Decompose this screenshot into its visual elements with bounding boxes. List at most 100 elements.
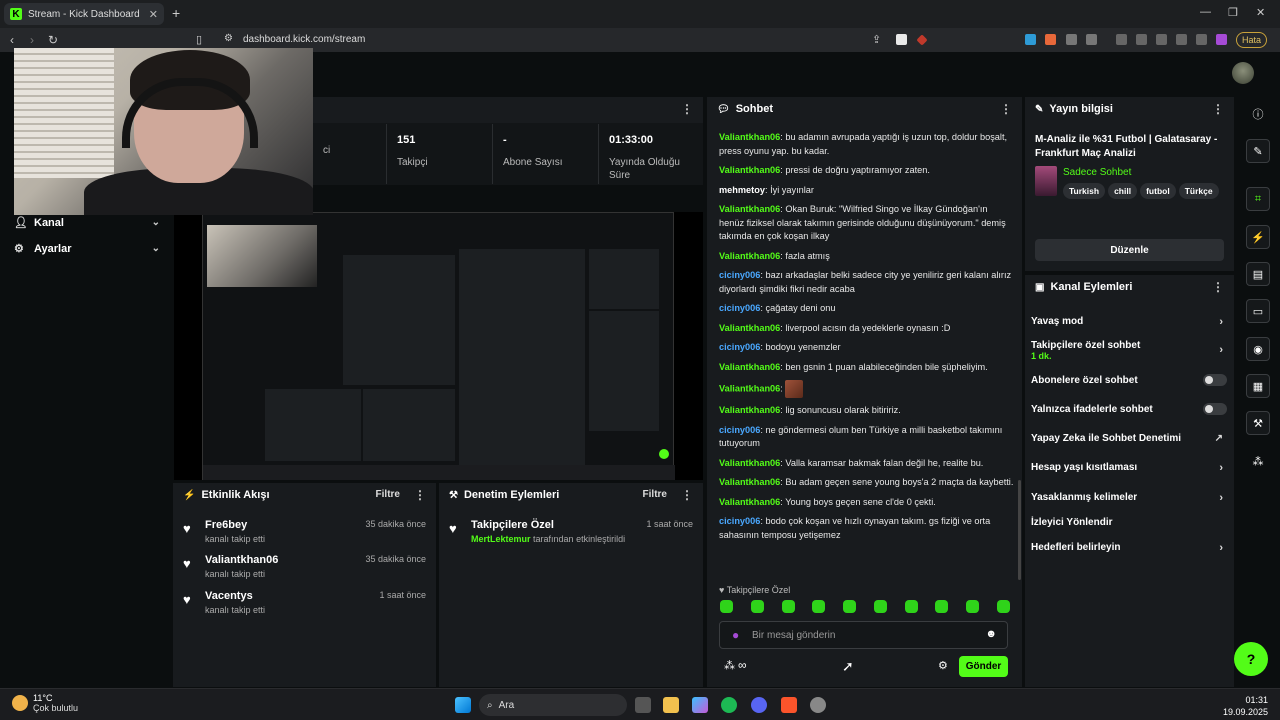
category-name[interactable]: Sadece Sohbet xyxy=(1063,167,1131,178)
tag[interactable]: chill xyxy=(1108,183,1138,199)
emoji-icon[interactable]: ☻ xyxy=(985,628,997,640)
brave-rewards-icon[interactable] xyxy=(916,34,928,46)
brave-shield-icon[interactable] xyxy=(896,34,907,45)
action-account-age[interactable]: Hesap yaşı kısıtlaması › xyxy=(1031,462,1227,474)
chat-username[interactable]: Valiantkhan06 xyxy=(719,383,780,393)
chat-username[interactable]: Valiantkhan06 xyxy=(719,204,780,214)
leo-ai-icon[interactable] xyxy=(1176,34,1187,45)
subscribers-only-toggle[interactable] xyxy=(1203,374,1227,386)
discord-icon[interactable] xyxy=(751,697,767,713)
apps-icon[interactable]: ⁂ xyxy=(1246,449,1270,473)
close-tab-icon[interactable]: ✕ xyxy=(149,8,158,21)
chat-username[interactable]: ciciny006 xyxy=(719,516,760,526)
chat-username[interactable]: ciciny006 xyxy=(719,270,760,280)
chat-username[interactable]: Valiantkhan06 xyxy=(719,323,780,333)
tag[interactable]: futbol xyxy=(1140,183,1176,199)
new-tab-icon[interactable]: + xyxy=(172,5,180,21)
action-slow-mode[interactable]: Yavaş mod › xyxy=(1031,316,1227,328)
layout-icon[interactable]: ▦ xyxy=(1246,374,1270,398)
more-options-icon[interactable]: ⋮ xyxy=(681,488,693,502)
more-options-icon[interactable]: ⋮ xyxy=(1212,280,1224,294)
more-options-icon[interactable]: ⋮ xyxy=(414,488,426,502)
chat-username[interactable]: ciciny006 xyxy=(719,425,760,435)
extension-fox-icon[interactable] xyxy=(1045,34,1056,45)
more-options-icon[interactable]: ⋮ xyxy=(681,102,693,116)
spotify-icon[interactable] xyxy=(721,697,737,713)
wallet-icon[interactable] xyxy=(1156,34,1167,45)
tag[interactable]: Turkish xyxy=(1063,183,1106,199)
emotes-only-toggle[interactable] xyxy=(1203,403,1227,415)
emote-icon[interactable] xyxy=(843,600,857,613)
nav-ayarlar[interactable]: ⚙ Ayarlar ⌄ xyxy=(14,242,160,256)
user-avatar[interactable] xyxy=(1232,62,1254,84)
close-window-icon[interactable]: ✕ xyxy=(1256,6,1265,19)
action-banned-words[interactable]: Yasaklanmış kelimeler › xyxy=(1031,492,1227,504)
chat-icon[interactable]: ▭ xyxy=(1246,299,1270,323)
maximize-icon[interactable]: ❐ xyxy=(1228,6,1238,19)
emote-icon[interactable] xyxy=(935,600,949,613)
wrench-icon[interactable]: ⚒ xyxy=(1246,411,1270,435)
event-user[interactable]: Vacentys xyxy=(205,590,265,602)
pencil-icon[interactable]: ✎ xyxy=(1246,139,1270,163)
chat-username[interactable]: Valiantkhan06 xyxy=(719,405,780,415)
tag[interactable]: Türkçe xyxy=(1178,183,1219,199)
chat-username[interactable]: Valiantkhan06 xyxy=(719,458,780,468)
chat-username[interactable]: ciciny006 xyxy=(719,303,760,313)
sidebar-icon[interactable] xyxy=(1136,34,1147,45)
chat-username[interactable]: Valiantkhan06 xyxy=(719,251,780,261)
help-button[interactable]: ? xyxy=(1234,642,1268,676)
activity-filter-button[interactable]: Filtre xyxy=(376,489,400,500)
vpn-icon[interactable] xyxy=(1196,34,1207,45)
action-goals[interactable]: Hedefleri belirleyin › xyxy=(1031,542,1227,554)
brave-icon[interactable] xyxy=(781,697,797,713)
emote-icon[interactable] xyxy=(720,600,733,613)
event-user[interactable]: Valiantkhan06 xyxy=(205,554,278,566)
bookmark-icon[interactable]: ▯ xyxy=(196,33,202,46)
info-icon[interactable]: ⓘ xyxy=(1246,102,1270,126)
chat-username[interactable]: Valiantkhan06 xyxy=(719,497,780,507)
action-subscribers-only[interactable]: Abonelere özel sohbet xyxy=(1031,374,1227,386)
chat-settings-icon[interactable]: ⚙ xyxy=(938,659,948,672)
stream-preview[interactable] xyxy=(174,212,703,480)
points-icon[interactable]: ⁂ xyxy=(724,659,735,672)
file-explorer-icon[interactable] xyxy=(663,697,679,713)
profile-icon[interactable] xyxy=(1216,34,1227,45)
chat-username[interactable]: Valiantkhan06 xyxy=(719,477,780,487)
address-bar[interactable]: dashboard.kick.com/stream xyxy=(243,34,365,45)
site-info-icon[interactable]: ⚙ xyxy=(224,33,233,44)
category-thumbnail[interactable] xyxy=(1035,166,1057,196)
share-icon[interactable]: ⇪ xyxy=(872,33,881,46)
bolt-icon[interactable]: ⚡ xyxy=(1246,225,1270,249)
taskbar-search[interactable]: ⌕ Ara xyxy=(479,694,627,716)
more-options-icon[interactable]: ⋮ xyxy=(1212,102,1224,116)
taskbar-clock[interactable]: 01:31 19.09.2025 xyxy=(1223,694,1268,718)
extension-icon[interactable] xyxy=(1025,34,1036,45)
document-icon[interactable]: ▤ xyxy=(1246,262,1270,286)
broadcast-icon[interactable]: ◉ xyxy=(1246,337,1270,361)
nav-kanal[interactable]: 👤︎ Kanal ⌄ xyxy=(14,216,160,230)
chat-username[interactable]: Valiantkhan06 xyxy=(719,132,780,142)
forward-icon[interactable]: › xyxy=(30,33,34,47)
error-badge[interactable]: Hata xyxy=(1236,32,1268,48)
edit-button[interactable]: Düzenle xyxy=(1035,239,1224,261)
chat-username[interactable]: mehmetoy xyxy=(719,185,765,195)
browser-tab[interactable]: K Stream - Kick Dashboard ✕ xyxy=(4,3,164,25)
start-icon[interactable] xyxy=(455,697,471,713)
emote-icon[interactable] xyxy=(904,600,918,613)
screenshot-icon[interactable] xyxy=(1086,34,1097,45)
chat-input[interactable]: ● Bir mesaj gönderin ☻ xyxy=(719,621,1008,649)
reload-icon[interactable]: ↻ xyxy=(48,33,58,47)
weather-widget[interactable]: 11°C Çok bulutlu xyxy=(12,693,78,713)
action-raid[interactable]: İzleyici Yönlendir xyxy=(1031,517,1227,528)
infinity-icon[interactable]: ∞ xyxy=(738,658,747,672)
emote-icon[interactable] xyxy=(966,600,980,613)
steam-icon[interactable] xyxy=(810,697,826,713)
media-icon[interactable] xyxy=(1116,34,1127,45)
moderation-filter-button[interactable]: Filtre xyxy=(643,489,667,500)
event-user[interactable]: Fre6bey xyxy=(205,519,265,531)
scan-icon[interactable]: ⌗ xyxy=(1246,187,1270,211)
action-ai-moderation[interactable]: Yapay Zeka ile Sohbet Denetimi ↗ xyxy=(1031,433,1227,444)
extensions-puzzle-icon[interactable] xyxy=(1066,34,1077,45)
chat-username[interactable]: ciciny006 xyxy=(719,342,760,352)
microphone-icon[interactable]: ● xyxy=(732,628,739,642)
